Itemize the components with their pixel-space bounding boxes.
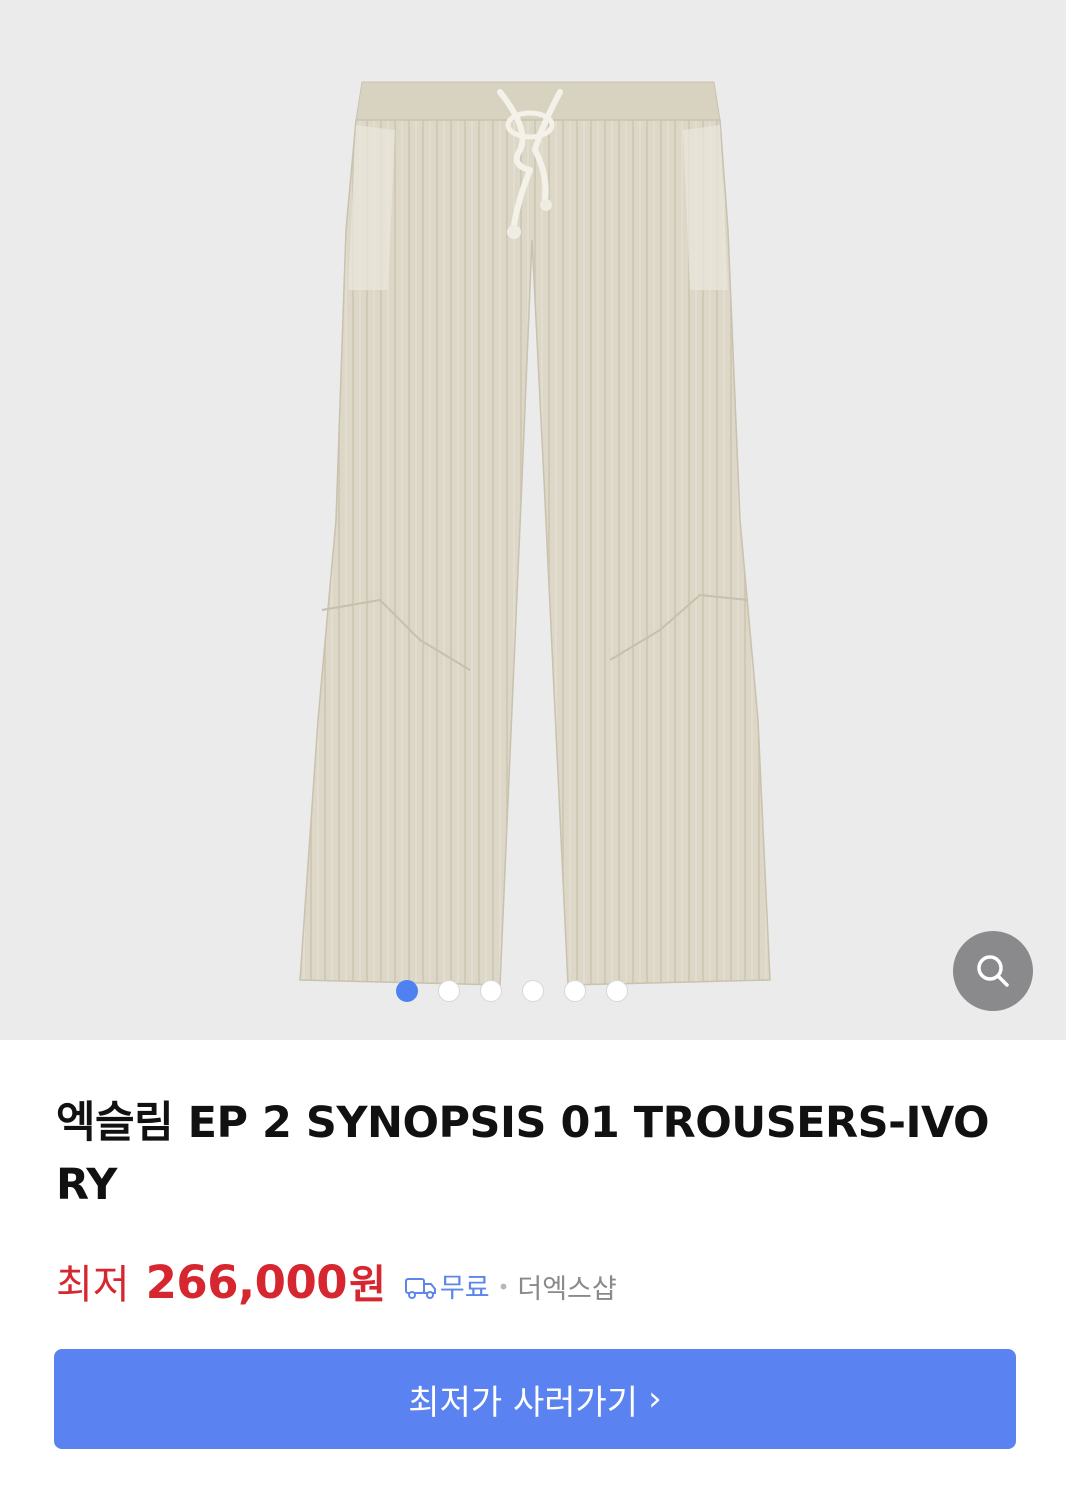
carousel-indicator bbox=[0, 980, 1045, 1002]
carousel-dot[interactable] bbox=[522, 980, 544, 1002]
carousel-dot[interactable] bbox=[438, 980, 460, 1002]
price-label: 최저 bbox=[56, 1262, 130, 1308]
separator-dot: • bbox=[497, 1275, 510, 1299]
search-icon bbox=[977, 955, 1009, 987]
price-value: 266,000 bbox=[145, 1256, 348, 1309]
shipping-label: 무료 bbox=[439, 1272, 490, 1304]
carousel-dot-active[interactable] bbox=[396, 980, 418, 1002]
shipping-info: 무료 bbox=[404, 1266, 490, 1305]
carousel-dot[interactable] bbox=[606, 980, 628, 1002]
product-image-carousel[interactable] bbox=[0, 0, 1066, 1040]
seller-name[interactable]: 더엑스샵 bbox=[517, 1267, 616, 1306]
buy-lowest-price-button[interactable]: 최저가 사러가기 › bbox=[54, 1349, 1016, 1449]
carousel-dot[interactable] bbox=[480, 980, 502, 1002]
price-unit: 원 bbox=[349, 1262, 386, 1308]
chevron-right-icon: › bbox=[648, 1379, 662, 1419]
zoom-button[interactable] bbox=[953, 931, 1033, 1011]
trousers-product-image bbox=[299, 81, 771, 986]
price-row: 최저 266,000 원 무료 • 더엑스샵 bbox=[56, 1252, 617, 1309]
delivery-truck-icon bbox=[404, 1278, 436, 1299]
buy-button-label: 최저가 사러가기 bbox=[408, 1382, 639, 1423]
product-title: 엑슬림 EP 2 SYNOPSIS 01 TROUSERS-IVORY bbox=[56, 1098, 990, 1210]
carousel-dot[interactable] bbox=[564, 980, 586, 1002]
